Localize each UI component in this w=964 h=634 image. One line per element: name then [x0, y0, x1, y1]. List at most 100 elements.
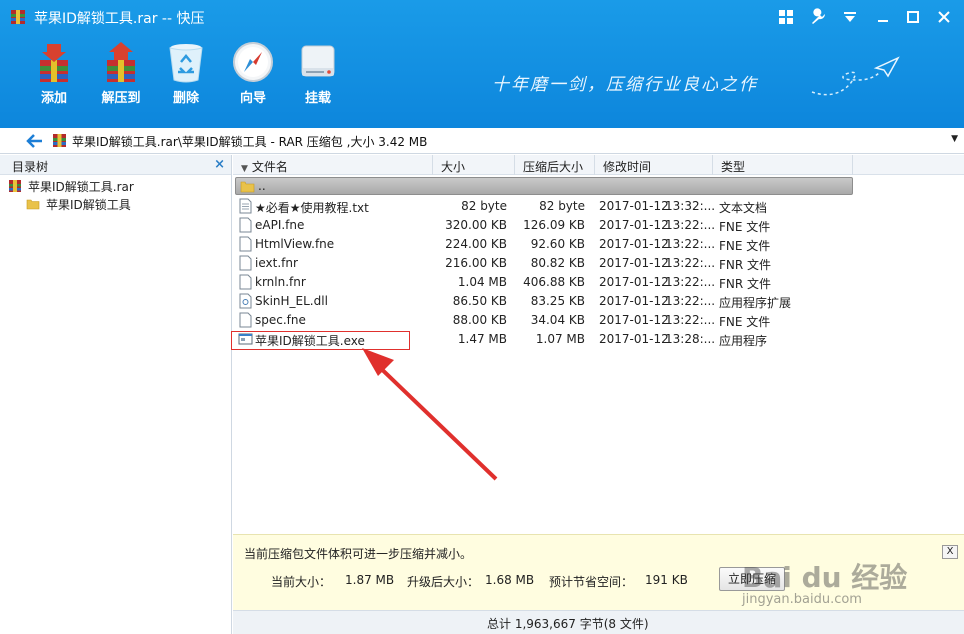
- file-row[interactable]: krnln.fnr 1.04 MB 406.88 KB 2017-01-12 13:22…: [233, 273, 853, 292]
- delete-label: 删除: [172, 91, 199, 106]
- mount-button[interactable]: 挂载: [288, 40, 348, 108]
- file-packed-size: 83.25 KB: [530, 294, 585, 308]
- column-type[interactable]: 类型: [713, 155, 853, 175]
- file-icon: [239, 293, 252, 309]
- paper-plane-icon: [811, 56, 900, 96]
- file-type: 应用程序: [719, 334, 768, 348]
- file-date: 2017-01-12: [599, 237, 669, 251]
- file-date: 2017-01-12: [599, 199, 669, 213]
- directory-tree: 目录树 × 苹果ID解锁工具.rar 苹果ID解锁工具: [0, 155, 232, 634]
- tree-item-archive[interactable]: 苹果ID解锁工具.rar: [8, 177, 134, 195]
- rar-file-icon: [53, 134, 66, 147]
- file-packed-size: 406.88 KB: [523, 275, 585, 289]
- column-modified[interactable]: 修改时间: [595, 155, 713, 175]
- file-packed-size: 34.04 KB: [530, 313, 585, 327]
- file-icon: [239, 236, 252, 252]
- file-row[interactable]: eAPI.fne 320.00 KB 126.09 KB 2017-01-12 13:2…: [233, 216, 853, 235]
- file-size: 1.04 MB: [457, 275, 507, 289]
- wizard-label: 向导: [239, 91, 266, 106]
- drive-icon: [301, 45, 335, 77]
- column-packed[interactable]: 压缩后大小: [515, 155, 595, 175]
- extract-button[interactable]: 解压到: [91, 40, 151, 108]
- wrench-icon[interactable]: [807, 6, 829, 28]
- compass-icon: [233, 42, 273, 82]
- current-size-value: 1.87 MB: [345, 573, 395, 587]
- file-date: 2017-01-12: [599, 294, 669, 308]
- file-date: 2017-01-12: [599, 218, 669, 232]
- tree-close-icon[interactable]: ×: [214, 157, 225, 172]
- kuaiya-window: 苹果ID解锁工具.rar -- 快压 添加 解压到 删除 向导 挂载 十年磨一剑…: [0, 0, 964, 634]
- file-icon: [239, 274, 252, 290]
- back-arrow-icon[interactable]: [26, 132, 44, 150]
- file-name: eAPI.fne: [255, 218, 305, 232]
- top-bar: 苹果ID解锁工具.rar -- 快压 添加 解压到 删除 向导 挂载 十年磨一剑…: [0, 0, 964, 128]
- file-date: 2017-01-12: [599, 275, 669, 289]
- folder-icon: [26, 199, 40, 210]
- tree-header: 目录树 ×: [0, 155, 231, 175]
- address-bar[interactable]: 苹果ID解锁工具.rar\苹果ID解锁工具 - RAR 压缩包 ,大小 3.42…: [0, 128, 964, 154]
- file-packed-size: 80.82 KB: [530, 256, 585, 270]
- file-row[interactable]: ★必看★使用教程.txt 82 byte 82 byte 2017-01-12 13:3…: [233, 197, 853, 216]
- extract-icon: [107, 42, 135, 82]
- sort-arrow-icon: ▼: [241, 164, 248, 174]
- parent-directory-label: ..: [258, 179, 266, 193]
- file-time: 13:22:...: [665, 237, 716, 251]
- slogan-text: 十年磨一剑，压缩行业良心之作: [492, 75, 758, 95]
- file-type: FNE 文件: [719, 220, 771, 234]
- add-button[interactable]: 添加: [24, 40, 84, 108]
- minimize-icon[interactable]: [872, 6, 894, 28]
- dropdown-icon[interactable]: [839, 6, 861, 28]
- tree-item-folder[interactable]: 苹果ID解锁工具: [26, 195, 131, 213]
- file-time: 13:22:...: [665, 294, 716, 308]
- file-size: 216.00 KB: [445, 256, 507, 270]
- file-packed-size: 126.09 KB: [523, 218, 585, 232]
- column-filename[interactable]: ▼ 文件名: [233, 155, 433, 175]
- file-type: FNE 文件: [719, 239, 771, 253]
- file-packed-size: 82 byte: [539, 199, 585, 213]
- file-row[interactable]: iext.fnr 216.00 KB 80.82 KB 2017-01-12 13:22…: [233, 254, 853, 273]
- grid-icon[interactable]: [775, 6, 797, 28]
- watermark-url: jingyan.baidu.com: [742, 592, 862, 607]
- file-date: 2017-01-12: [599, 256, 669, 270]
- file-type: FNR 文件: [719, 258, 772, 272]
- add-label: 添加: [40, 91, 67, 106]
- wizard-button[interactable]: 向导: [223, 40, 283, 108]
- file-icon: [239, 255, 252, 271]
- file-time: 13:32:...: [665, 199, 716, 213]
- file-icon: [239, 198, 252, 214]
- address-dropdown-icon[interactable]: ▼: [951, 134, 958, 144]
- status-text: 总计 1,963,667 字节(8 文件): [487, 617, 649, 631]
- delete-button[interactable]: 删除: [156, 40, 216, 108]
- file-type: 文本文档: [719, 201, 768, 215]
- file-name: ★必看★使用教程.txt: [255, 201, 369, 215]
- extract-label: 解压到: [101, 91, 141, 106]
- recycle-bin-icon: [169, 44, 203, 83]
- file-size: 320.00 KB: [445, 218, 507, 232]
- file-time: 13:22:...: [665, 218, 716, 232]
- column-size[interactable]: 大小: [433, 155, 515, 175]
- close-icon[interactable]: [933, 6, 955, 28]
- saved-space-value: 191 KB: [645, 573, 688, 587]
- file-name: SkinH_EL.dll: [255, 294, 328, 308]
- file-packed-size: 92.60 KB: [530, 237, 585, 251]
- red-arrow-annotation: [362, 348, 498, 481]
- file-time: 13:22:...: [665, 256, 716, 270]
- file-list-header: ▼ 文件名 大小 压缩后大小 修改时间 类型: [233, 155, 964, 175]
- status-bar: 总计 1,963,667 字节(8 文件): [233, 610, 964, 634]
- watermark-text: Bai du 经验: [742, 561, 908, 594]
- file-name: spec.fne: [255, 313, 306, 327]
- file-row[interactable]: spec.fne 88.00 KB 34.04 KB 2017-01-12 13:22:…: [233, 311, 853, 330]
- mount-label: 挂载: [304, 91, 331, 106]
- current-size-label: 当前大小：: [271, 575, 332, 589]
- file-time: 13:22:...: [665, 313, 716, 327]
- file-time: 13:22:...: [665, 275, 716, 289]
- maximize-icon[interactable]: [902, 6, 924, 28]
- add-archive-icon: [40, 44, 68, 82]
- window-title: 苹果ID解锁工具.rar -- 快压: [34, 11, 205, 27]
- file-name: iext.fnr: [255, 256, 298, 270]
- tree-item-label: 苹果ID解锁工具.rar: [28, 179, 134, 194]
- column-label: 文件名: [251, 160, 288, 174]
- file-row[interactable]: HtmlView.fne 224.00 KB 92.60 KB 2017-01-12 1…: [233, 235, 853, 254]
- parent-directory-row[interactable]: ..: [235, 177, 853, 195]
- file-row[interactable]: SkinH_EL.dll 86.50 KB 83.25 KB 2017-01-12 13…: [233, 292, 853, 311]
